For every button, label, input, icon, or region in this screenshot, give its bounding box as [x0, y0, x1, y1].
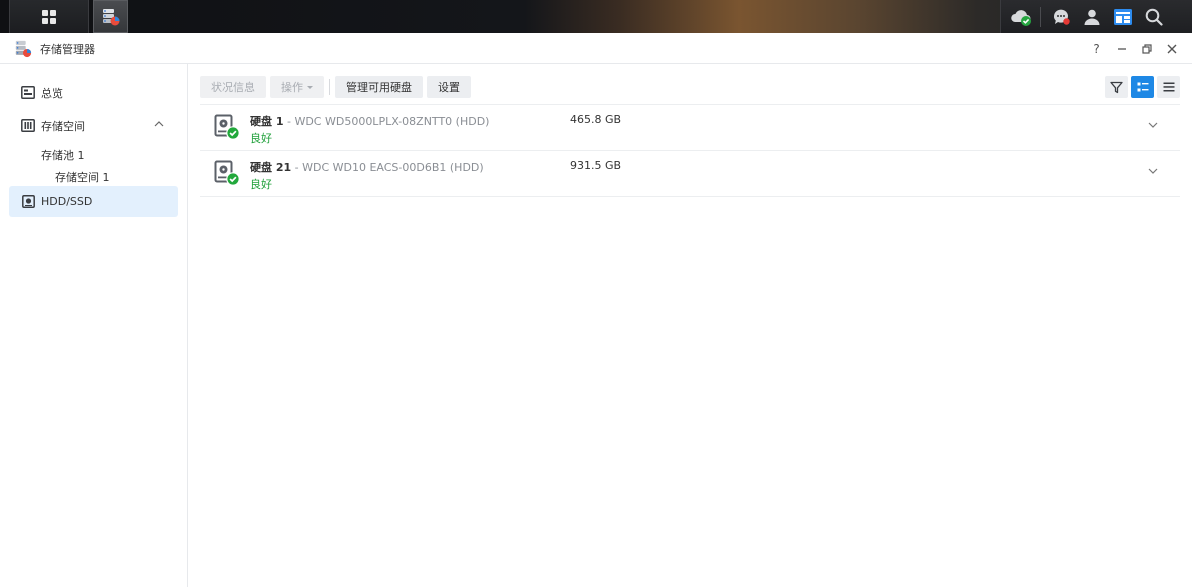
- chat-notification-icon: [1053, 9, 1070, 25]
- filter-button[interactable]: [1105, 76, 1128, 98]
- window-titlebar[interactable]: 存储管理器 ?: [0, 33, 1192, 64]
- settings-label: 设置: [438, 81, 460, 94]
- main-panel: 状况信息 操作 管理可用硬盘 设置 硬盘 1 - WDC WD5000LPLX-…: [189, 64, 1192, 587]
- list-view-button[interactable]: [1157, 76, 1180, 98]
- toolbar: 状况信息 操作 管理可用硬盘 设置: [200, 76, 475, 98]
- window-title: 存储管理器: [40, 43, 95, 56]
- settings-button[interactable]: 设置: [427, 76, 471, 98]
- storage-icon: [21, 119, 35, 133]
- disk-status: 良好: [250, 132, 272, 145]
- disk-name-line: 硬盘 21 - WDC WD10 EACS-00D6B1 (HDD): [250, 159, 484, 175]
- minimize-button[interactable]: [1109, 33, 1134, 64]
- disk-row[interactable]: 硬盘 1 - WDC WD5000LPLX-08ZNTT0 (HDD) 良好 4…: [200, 105, 1180, 151]
- taskbar-left: [0, 0, 128, 33]
- action-label: 操作: [281, 81, 303, 94]
- search-button[interactable]: [1138, 0, 1169, 33]
- help-icon: ?: [1093, 41, 1100, 56]
- close-button[interactable]: [1159, 33, 1184, 64]
- taskbar-tray: [1000, 0, 1192, 33]
- disk-name: 硬盘 21: [250, 161, 292, 174]
- disk-status: 良好: [250, 178, 272, 191]
- hdd-healthy-icon: [214, 160, 240, 186]
- caret-down-icon: [307, 85, 313, 89]
- sidebar-item-label: 总览: [41, 86, 63, 100]
- widgets-button[interactable]: [1107, 0, 1138, 33]
- main-menu-button[interactable]: [9, 0, 89, 33]
- overview-icon: [21, 86, 35, 100]
- chevron-down-icon[interactable]: [1148, 122, 1158, 128]
- manage-label: 管理可用硬盘: [346, 81, 412, 94]
- status-info-button[interactable]: 状况信息: [200, 76, 266, 98]
- window-controls: ?: [1084, 33, 1192, 64]
- grid-icon: [42, 9, 56, 24]
- restore-button[interactable]: [1134, 33, 1159, 64]
- search-icon: [1145, 8, 1163, 26]
- user-button[interactable]: [1076, 0, 1107, 33]
- sidebar-item-label: HDD/SSD: [41, 195, 93, 208]
- help-button[interactable]: ?: [1084, 33, 1109, 64]
- filter-icon: [1110, 81, 1123, 93]
- detail-view-button[interactable]: [1131, 76, 1154, 98]
- user-icon: [1084, 9, 1099, 25]
- sidebar-item-hdd-ssd[interactable]: HDD/SSD: [9, 186, 178, 217]
- taskbar: [0, 0, 1192, 33]
- taskbar-storage-manager-button[interactable]: [93, 0, 128, 33]
- toolbar-separator: [329, 79, 330, 95]
- disk-name-line: 硬盘 1 - WDC WD5000LPLX-08ZNTT0 (HDD): [250, 113, 489, 129]
- storage-manager-icon: [15, 40, 32, 58]
- notifications-button[interactable]: [1045, 0, 1076, 33]
- sidebar-item-storage-pool[interactable]: 存储池 1: [41, 147, 85, 163]
- disk-name: 硬盘 1: [250, 115, 284, 128]
- hdd-healthy-icon: [214, 114, 240, 140]
- status-info-label: 状况信息: [211, 81, 255, 94]
- disk-size: 465.8 GB: [570, 113, 622, 126]
- disk-model: - WDC WD5000LPLX-08ZNTT0 (HDD): [283, 115, 490, 128]
- cloud-check-icon: [1010, 9, 1031, 26]
- close-icon: [1167, 44, 1176, 53]
- sidebar-item-storage[interactable]: 存储空间: [9, 110, 178, 141]
- detail-list-icon: [1137, 82, 1148, 91]
- disk-size: 931.5 GB: [570, 159, 622, 172]
- action-dropdown-button[interactable]: 操作: [270, 76, 324, 98]
- tray-separator: [1040, 6, 1041, 27]
- view-controls: [1102, 76, 1180, 98]
- list-icon: [1163, 82, 1174, 92]
- storage-manager-icon: [102, 8, 119, 25]
- chevron-down-icon[interactable]: [1148, 168, 1158, 174]
- sidebar: 总览 存储空间 存储池 1 存储空间 1 HDD/SSD: [0, 64, 188, 587]
- minimize-icon: [1117, 47, 1126, 50]
- restore-icon: [1141, 43, 1152, 54]
- manage-available-drives-button[interactable]: 管理可用硬盘: [335, 76, 423, 98]
- hdd-icon: [21, 195, 35, 209]
- disk-list: 硬盘 1 - WDC WD5000LPLX-08ZNTT0 (HDD) 良好 4…: [200, 104, 1180, 197]
- chevron-up-icon[interactable]: [154, 121, 164, 127]
- disk-row[interactable]: 硬盘 21 - WDC WD10 EACS-00D6B1 (HDD) 良好 93…: [200, 151, 1180, 197]
- sidebar-item-volume[interactable]: 存储空间 1: [55, 169, 110, 185]
- sidebar-item-label: 存储空间: [41, 119, 85, 133]
- sidebar-item-overview[interactable]: 总览: [9, 77, 178, 108]
- cloud-sync-button[interactable]: [1005, 0, 1036, 33]
- widgets-icon: [1113, 8, 1132, 25]
- disk-model: - WDC WD10 EACS-00D6B1 (HDD): [291, 161, 484, 174]
